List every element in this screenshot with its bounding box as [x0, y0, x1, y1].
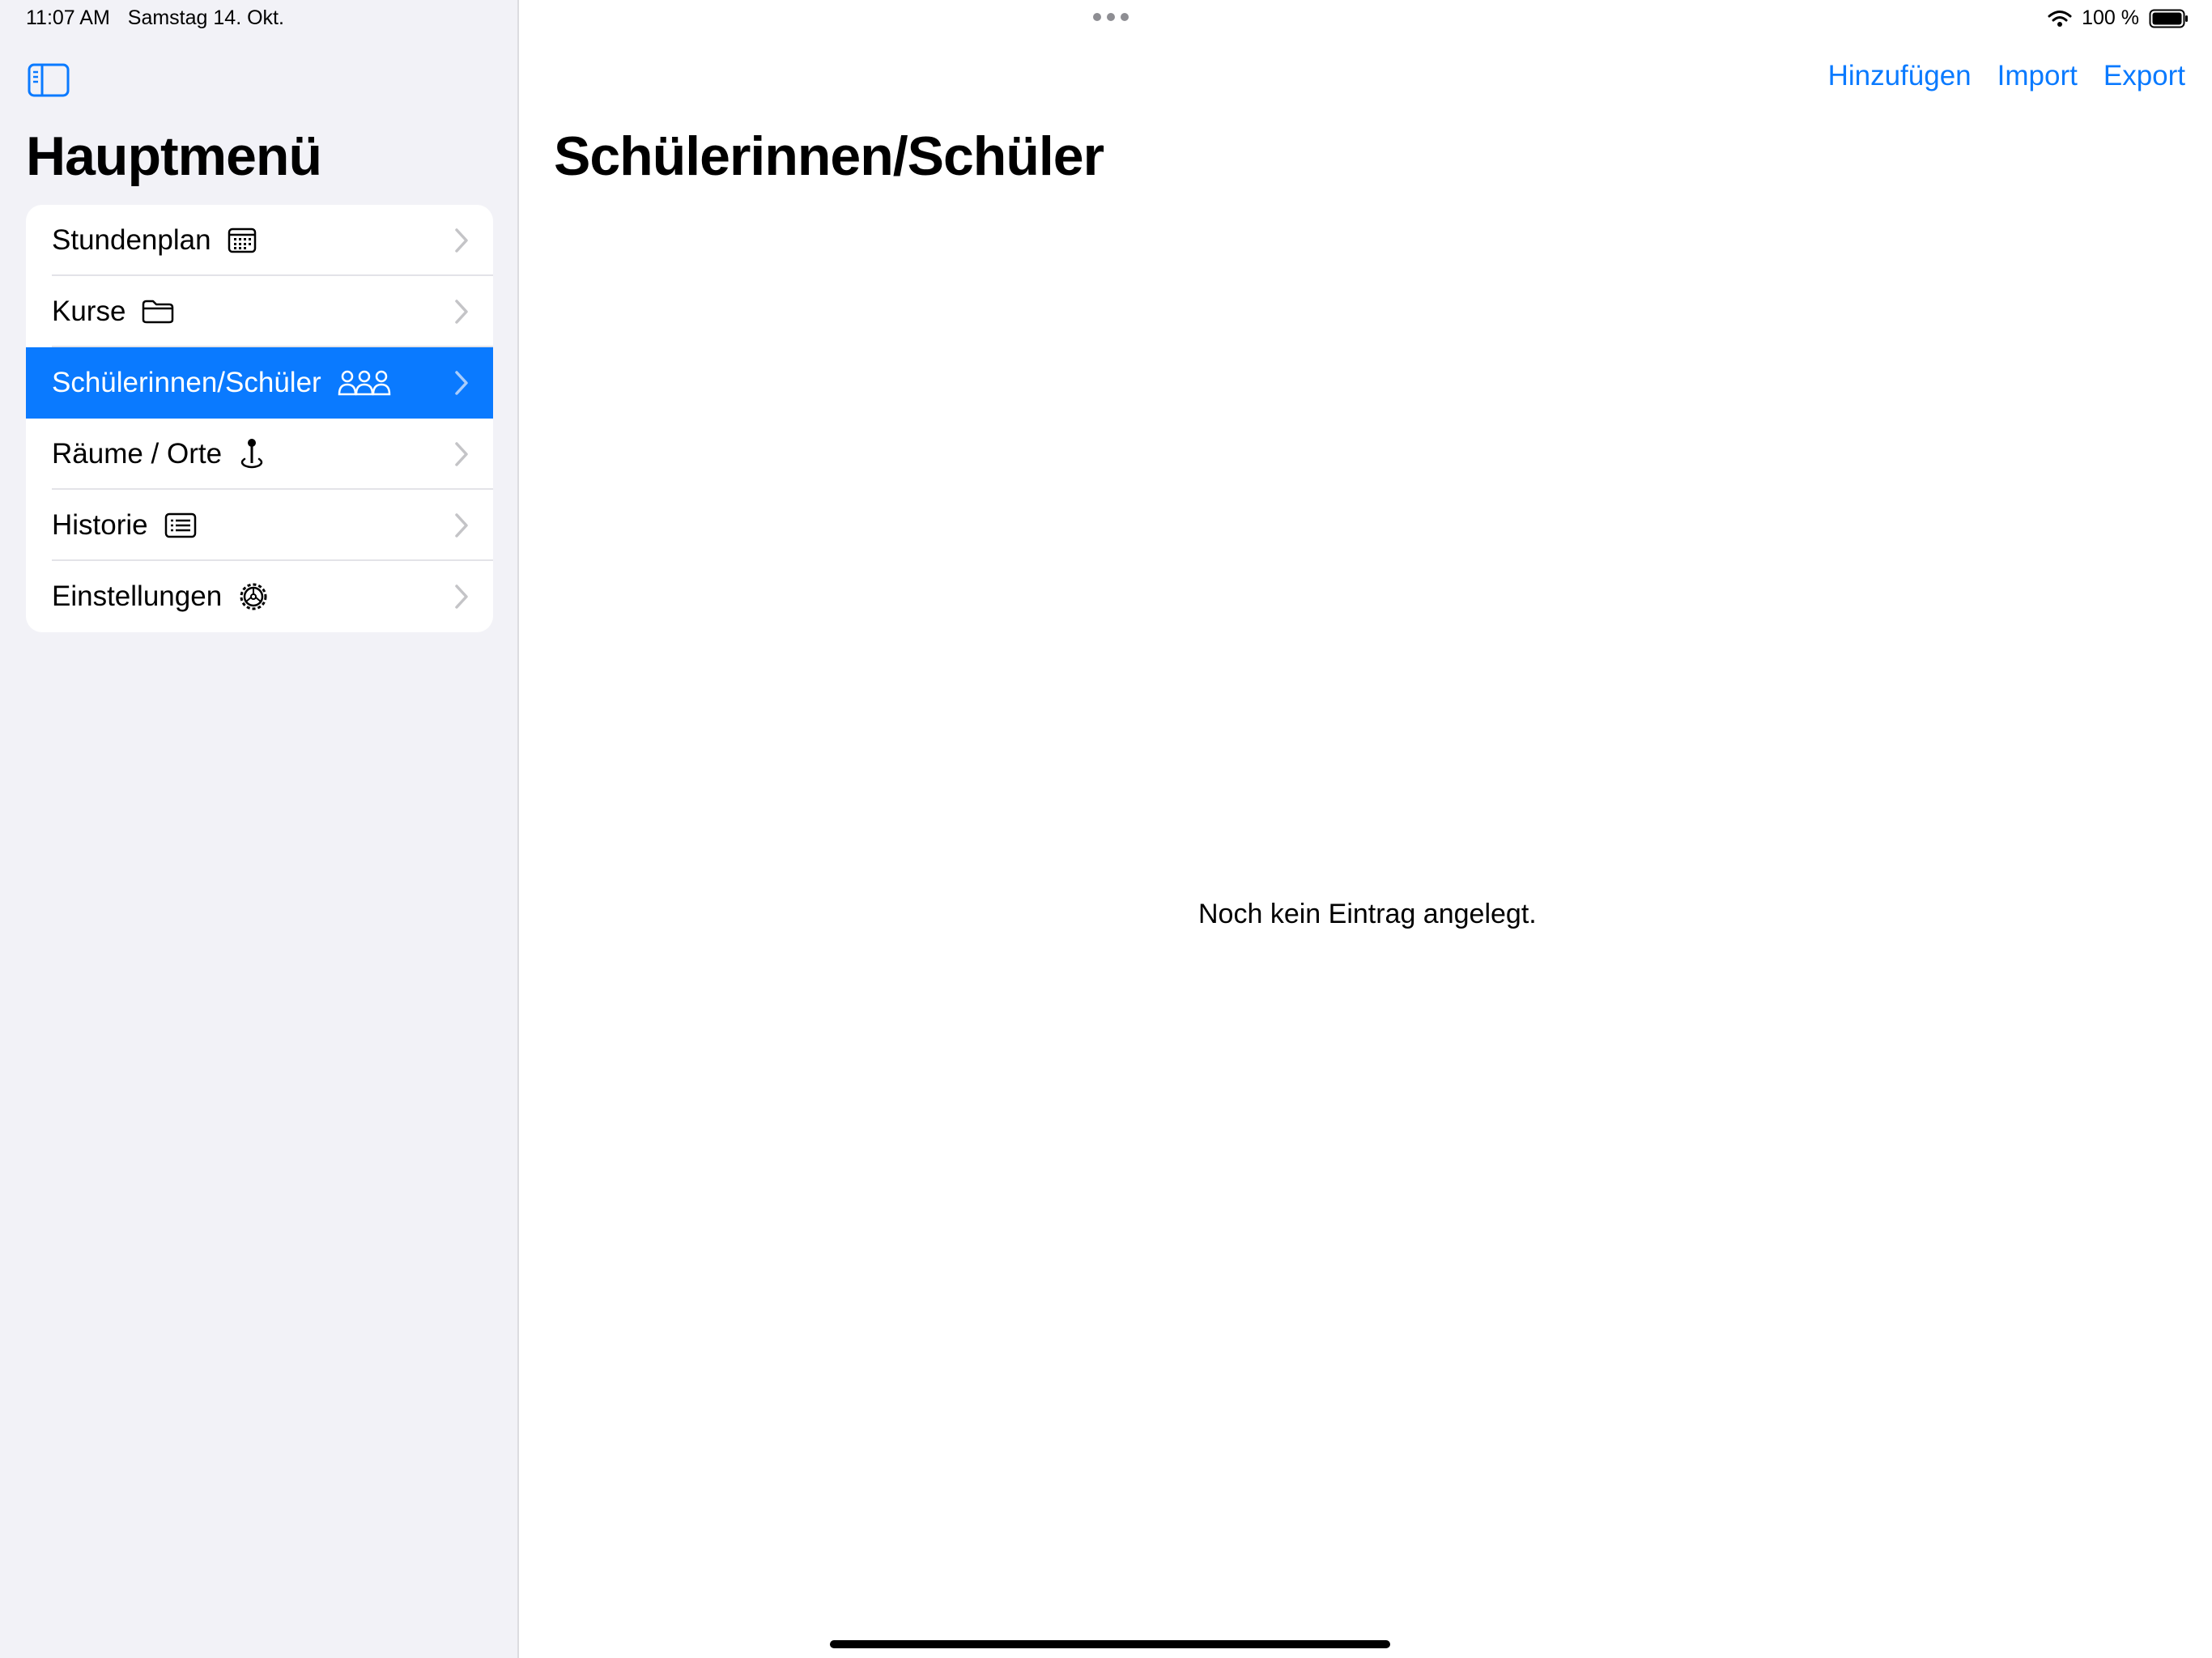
sidebar: 11:07 AM Samstag 14. Okt. Hauptmenü Stun… — [0, 0, 519, 1658]
chevron-right-icon — [455, 442, 468, 466]
add-button[interactable]: Hinzufügen — [1828, 60, 1972, 92]
menu-item-kurse[interactable]: Kurse — [26, 276, 493, 347]
chevron-right-icon — [455, 585, 468, 609]
status-date: Samstag 14. Okt. — [127, 6, 284, 29]
menu-item-label: Einstellungen — [52, 580, 223, 612]
main-menu-list: Stundenplan Kurse Schülerinnen/Schüler R… — [26, 205, 493, 632]
multitasking-dots-icon[interactable] — [1093, 13, 1129, 21]
page-title: Schülerinnen/Schüler — [554, 125, 1104, 187]
sidebar-title: Hauptmenü — [26, 125, 322, 187]
menu-item-label: Historie — [52, 509, 148, 541]
calendar-icon — [228, 227, 257, 253]
chevron-right-icon — [455, 371, 468, 395]
menu-item-label: Schülerinnen/Schüler — [52, 367, 321, 398]
menu-item-label: Kurse — [52, 295, 126, 327]
menu-item-schueler[interactable]: Schülerinnen/Schüler — [26, 347, 493, 419]
chevron-right-icon — [455, 300, 468, 324]
chevron-right-icon — [455, 513, 468, 538]
status-time: 11:07 AM — [26, 6, 110, 29]
menu-item-einstellungen[interactable]: Einstellungen — [26, 561, 493, 632]
battery-icon — [2149, 9, 2188, 28]
folder-icon — [142, 300, 174, 324]
menu-item-historie[interactable]: Historie — [26, 490, 493, 561]
location-pin-icon — [238, 438, 266, 470]
menu-item-stundenplan[interactable]: Stundenplan — [26, 205, 493, 276]
status-bar-right: 100 % — [2048, 6, 2189, 30]
status-bar-left: 11:07 AM Samstag 14. Okt. — [26, 6, 284, 30]
export-button[interactable]: Export — [2104, 60, 2185, 92]
sidebar-toggle-icon[interactable] — [28, 63, 70, 97]
battery-percentage: 100 % — [2082, 6, 2139, 29]
empty-state-message: Noch kein Eintrag angelegt. — [1198, 899, 1537, 929]
chevron-right-icon — [455, 228, 468, 253]
home-indicator[interactable] — [830, 1640, 1390, 1648]
toolbar: Hinzufügen Import Export — [1828, 60, 2185, 92]
import-button[interactable]: Import — [1997, 60, 2078, 92]
menu-item-raeume[interactable]: Räume / Orte — [26, 419, 493, 490]
gear-icon — [238, 581, 269, 612]
menu-item-label: Räume / Orte — [52, 438, 223, 470]
wifi-icon — [2048, 10, 2072, 27]
list-icon — [164, 512, 197, 538]
people-icon — [338, 369, 391, 397]
menu-item-label: Stundenplan — [52, 224, 211, 256]
